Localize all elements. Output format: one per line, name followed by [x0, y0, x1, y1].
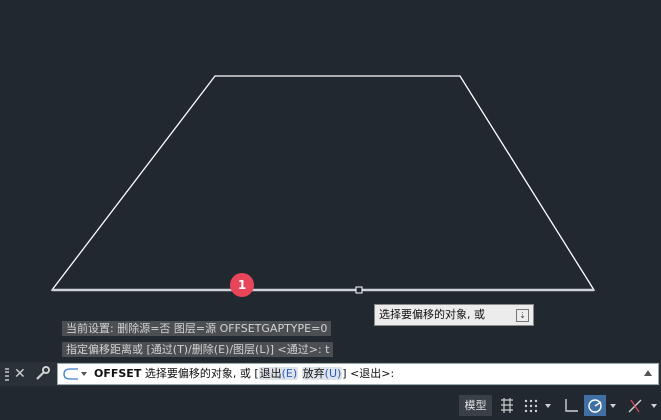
tooltip-expand-icon[interactable]: ⇣ [516, 309, 529, 322]
command-history-arrow-icon[interactable] [644, 370, 652, 376]
wrench-icon[interactable] [35, 365, 51, 381]
command-line-bar: ✕ OFFSET 选择要偏移的对象, 或 [退出(E) 放弃(U)] <退出>: [0, 362, 661, 386]
command-name: OFFSET [94, 367, 142, 380]
command-prompt: 选择要偏移的对象, 或 [ [144, 367, 259, 380]
command-history-line-2: 指定偏移距离或 [通过(T)/删除(E)/图层(L)] <通过>: t [62, 342, 334, 357]
prompt-icon[interactable] [62, 368, 88, 380]
osnap-dropdown-icon[interactable] [651, 404, 657, 408]
ortho-icon[interactable] [560, 395, 582, 416]
polar-icon[interactable] [584, 395, 606, 416]
snap-dropdown-icon[interactable] [545, 404, 551, 408]
command-prompt-text: OFFSET 选择要偏移的对象, 或 [退出(E) 放弃(U)] <退出>: [94, 364, 394, 384]
command-input[interactable]: OFFSET 选择要偏移的对象, 或 [退出(E) 放弃(U)] <退出>: [57, 363, 659, 385]
option-exit[interactable]: 退出(E) [258, 367, 299, 380]
trapezoid-shape[interactable] [50, 75, 596, 291]
step-marker: 1 [230, 273, 254, 297]
cursor-tooltip: 选择要偏移的对象, 或 ⇣ [374, 304, 534, 326]
command-bar-grip-icon[interactable] [5, 368, 9, 381]
option-undo[interactable]: 放弃(U) [301, 367, 343, 380]
grid-icon[interactable] [496, 395, 518, 416]
osnap-icon[interactable] [624, 395, 646, 416]
grip-point[interactable] [355, 286, 363, 294]
status-bar: 模型 [0, 392, 661, 420]
polar-dropdown-icon[interactable] [610, 404, 616, 408]
tooltip-text: 选择要偏移的对象, 或 [379, 308, 485, 321]
drawing-canvas[interactable] [0, 0, 661, 362]
snap-icon[interactable] [520, 395, 542, 416]
close-icon[interactable]: ✕ [14, 364, 26, 384]
command-history-line-1: 当前设置: 删除源=否 图层=源 OFFSETGAPTYPE=0 [62, 321, 332, 336]
model-tab-button[interactable]: 模型 [459, 395, 492, 416]
command-suffix: ] <退出>: [342, 367, 395, 380]
